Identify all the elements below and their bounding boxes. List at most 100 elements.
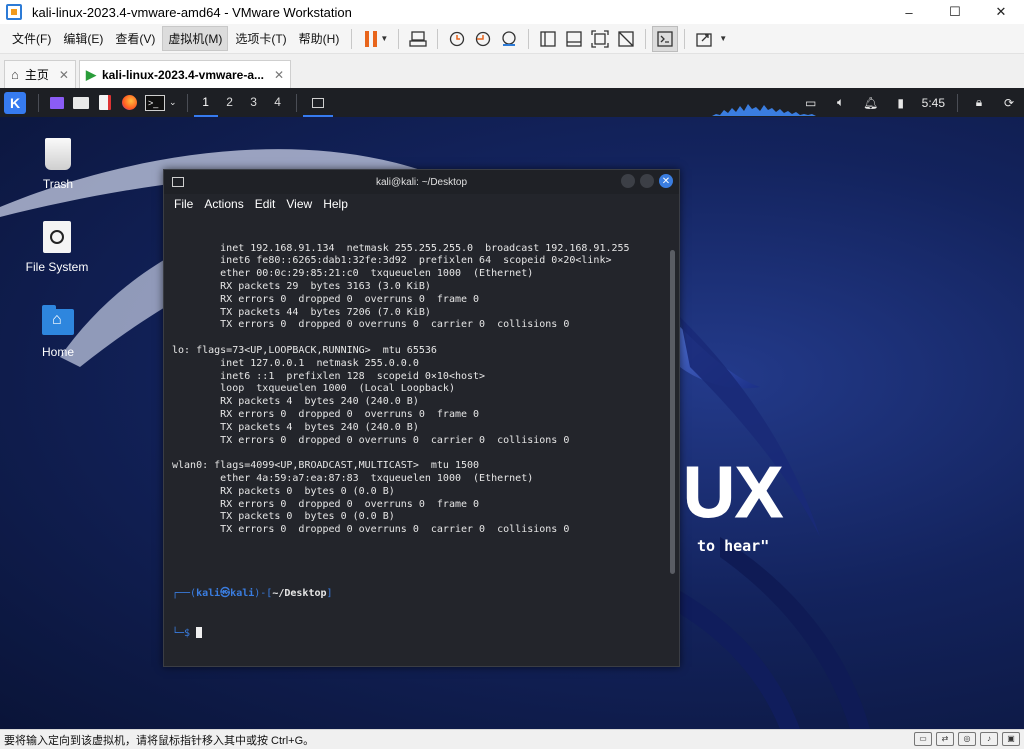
unity-button[interactable]: [613, 26, 639, 52]
kali-menu-button[interactable]: K: [4, 91, 26, 114]
clock[interactable]: 5:45: [922, 96, 945, 110]
terminal-scrollbar[interactable]: [670, 250, 675, 574]
tab-close-icon[interactable]: ✕: [274, 68, 284, 82]
menu-view[interactable]: 查看(V): [110, 27, 160, 50]
terminal-close-button[interactable]: ✕: [659, 174, 673, 188]
maximize-button[interactable]: ☐: [932, 0, 978, 24]
console-view-button[interactable]: [652, 25, 679, 52]
sound-card-icon[interactable]: ♪: [980, 732, 998, 746]
revert-snapshot-button[interactable]: [470, 26, 496, 52]
terminal-line: RX packets 29 bytes 3163 (3.0 KiB): [172, 280, 431, 292]
terminal-launcher-icon[interactable]: >_: [145, 94, 165, 111]
terminal-line: lo: flags=73<UP,LOOPBACK,RUNNING> mtu 65…: [172, 344, 437, 356]
workspace-4[interactable]: 4: [266, 88, 290, 117]
terminal-line: TX packets 0 bytes 0 (0.0 B): [172, 511, 395, 523]
logout-icon[interactable]: ⟳: [1000, 94, 1018, 112]
display-icon[interactable]: ▭: [802, 94, 820, 112]
file-manager-icon[interactable]: [72, 94, 90, 112]
network-adapter-icon[interactable]: ⇄: [936, 732, 954, 746]
show-library-button[interactable]: [535, 26, 561, 52]
terminal-menubar: File Actions Edit View Help: [164, 194, 679, 214]
statusbar: 要将输入定向到该虚拟机，请将鼠标指针移入其中或按 Ctrl+G。 ▭ ⇄ ◎ ♪…: [0, 729, 1024, 749]
workspace-2[interactable]: 2: [218, 88, 242, 117]
desktop-icon-home[interactable]: Home: [13, 305, 103, 359]
chevron-down-icon[interactable]: ⌄: [169, 97, 177, 108]
toolbar-divider: [528, 28, 530, 49]
toolbar-divider: [684, 28, 686, 49]
terminal-line: inet 192.168.91.134 netmask 255.255.255.…: [172, 242, 630, 254]
power-plug-icon[interactable]: ▮: [892, 94, 910, 112]
toolbar-divider: [351, 28, 353, 49]
terminal-maximize-button[interactable]: [640, 174, 654, 188]
home-folder-icon: [42, 305, 74, 339]
terminal-title: kali@kali: ~/Desktop: [375, 176, 468, 188]
toolbar-divider: [437, 28, 439, 49]
desktop-icon-file-system[interactable]: File System: [12, 220, 102, 274]
terminal-line: TX errors 0 dropped 0 overruns 0 carrier…: [172, 319, 570, 331]
terminal-window[interactable]: kali@kali: ~/Desktop ✕ File Actions Edit…: [163, 169, 680, 667]
terminal-menu-view[interactable]: View: [286, 197, 312, 211]
taskbar-terminal-window[interactable]: [302, 88, 333, 117]
terminal-menu-edit[interactable]: Edit: [255, 197, 276, 211]
snapshot-manager-button[interactable]: [496, 26, 522, 52]
chevron-down-icon[interactable]: ▼: [719, 34, 727, 43]
tab-close-icon[interactable]: ✕: [59, 68, 69, 82]
chevron-down-icon[interactable]: ▼: [380, 34, 388, 43]
display-status-icon[interactable]: ▣: [1002, 732, 1020, 746]
close-button[interactable]: ✕: [978, 0, 1024, 24]
text-editor-icon[interactable]: [96, 94, 114, 112]
cd-drive-icon[interactable]: ◎: [958, 732, 976, 746]
menu-tabs[interactable]: 选项卡(T): [230, 27, 291, 50]
menu-file[interactable]: 文件(F): [7, 27, 56, 50]
vm-console[interactable]: UX "the quieter you become, the more you…: [0, 88, 1024, 729]
terminal-menu-actions[interactable]: Actions: [204, 197, 243, 211]
workspace-1[interactable]: 1: [193, 88, 218, 117]
desktop-icon-label: Trash: [42, 177, 74, 191]
terminal-line: RX packets 4 bytes 240 (240.0 B): [172, 396, 419, 408]
minimize-button[interactable]: –: [886, 0, 932, 24]
terminal-minimize-button[interactable]: [621, 174, 635, 188]
terminal-titlebar[interactable]: kali@kali: ~/Desktop ✕: [164, 170, 679, 194]
fullscreen-icon: [591, 29, 609, 48]
send-ctrl-alt-del-button[interactable]: [405, 26, 431, 52]
menu-help[interactable]: 帮助(H): [294, 27, 345, 50]
thumbnail-icon: [566, 30, 582, 47]
thumbnail-bar-button[interactable]: [561, 26, 587, 52]
tab-kali-vm[interactable]: ▶ kali-linux-2023.4-vmware-a... ✕: [78, 60, 292, 88]
menu-vm[interactable]: 虚拟机(M): [162, 26, 229, 51]
stretch-icon: [696, 32, 712, 47]
tab-home[interactable]: ⌂ 主页 ✕: [4, 60, 76, 88]
menubar: 文件(F) 编辑(E) 查看(V) 虚拟机(M) 选项卡(T) 帮助(H) ▼ …: [0, 24, 1024, 54]
notification-bell-icon[interactable]: 🔔︎: [862, 94, 880, 112]
snapshot-manager-icon: [502, 30, 516, 46]
pause-icon: [365, 30, 378, 47]
terminal-line: loop txqueuelen 1000 (Local Loopback): [172, 383, 455, 395]
lock-icon[interactable]: 🔒︎: [970, 94, 988, 112]
snapshot-button[interactable]: [444, 26, 470, 52]
desktop-icon-label: Home: [41, 345, 74, 359]
terminal-line: TX errors 0 dropped 0 overruns 0 carrier…: [172, 524, 570, 536]
svg-text:UX: UX: [683, 453, 783, 533]
terminal-menu-file[interactable]: File: [174, 197, 193, 211]
stretch-button[interactable]: [691, 26, 717, 52]
menu-edit[interactable]: 编辑(E): [58, 27, 108, 50]
terminal-output[interactable]: inet 192.168.91.134 netmask 255.255.255.…: [164, 216, 665, 666]
unity-icon: [618, 30, 634, 47]
full-screen-button[interactable]: [587, 26, 613, 52]
desktop-icon-trash[interactable]: Trash: [13, 137, 103, 191]
firefox-icon[interactable]: [120, 94, 138, 112]
terminal-line: wlan0: flags=4099<UP,BROADCAST,MULTICAST…: [172, 460, 480, 472]
toolbar-divider: [645, 28, 647, 49]
text-cursor: [196, 626, 203, 638]
terminal-menu-help[interactable]: Help: [323, 197, 348, 211]
show-desktop-icon[interactable]: [48, 94, 66, 112]
panel-divider: [38, 93, 39, 112]
terminal-line: TX packets 4 bytes 240 (240.0 B): [172, 421, 419, 433]
volume-icon[interactable]: 🔈︎: [832, 94, 850, 112]
hard-disk-icon[interactable]: ▭: [914, 732, 932, 746]
window-title: kali-linux-2023.4-vmware-amd64 - VMware …: [32, 4, 352, 20]
workspace-3[interactable]: 3: [242, 88, 266, 117]
